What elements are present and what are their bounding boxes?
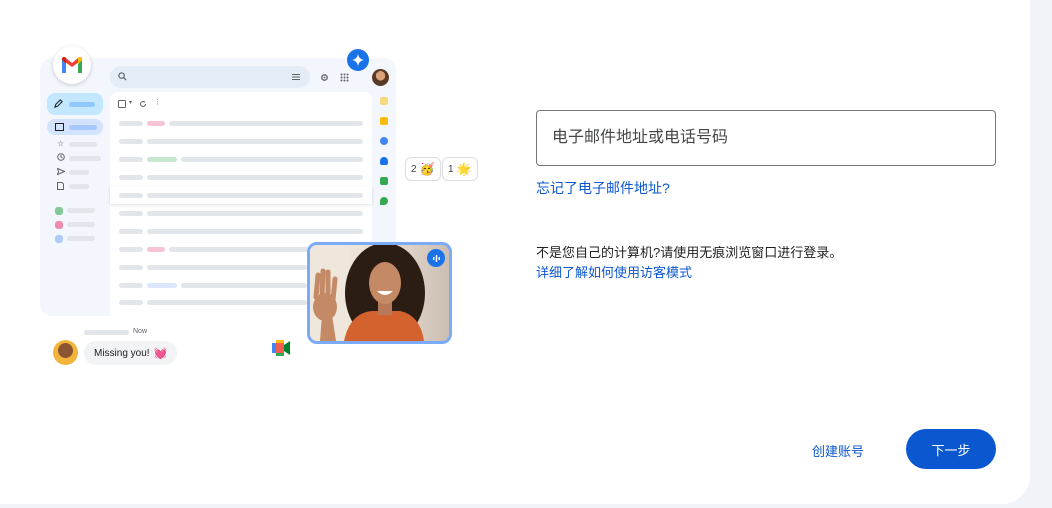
star-icon: ☆	[57, 139, 65, 148]
tasks-icon	[380, 137, 388, 145]
reaction-count: 2	[411, 163, 417, 175]
draft-icon	[57, 182, 64, 190]
forgot-email-link[interactable]: 忘记了电子邮件地址?	[536, 178, 670, 198]
keep-icon	[380, 117, 388, 125]
user-avatar	[372, 69, 389, 86]
gear-icon	[321, 74, 328, 81]
gmail-logo-icon	[53, 46, 91, 84]
more-options-icon: ⋮	[154, 99, 161, 106]
maps-pin-icon	[380, 197, 388, 205]
chat-message: Missing you!	[94, 347, 150, 359]
label-tag-icon	[55, 221, 63, 229]
chevron-down-icon: ▾	[129, 100, 133, 106]
label-tag-icon	[55, 235, 63, 243]
send-icon	[57, 168, 65, 175]
mock-search-bar	[110, 66, 310, 88]
reaction-chip: 1 🌟	[442, 157, 478, 181]
calendar-icon	[380, 97, 388, 105]
search-icon	[118, 72, 127, 81]
sign-in-card: ☆ ▾ ⋮ 2 🥳 1 🌟 Now Missing you! 💓 电子邮件地址或…	[0, 0, 1030, 504]
refresh-icon	[140, 100, 146, 107]
google-meet-icon	[272, 340, 290, 356]
label-tag-icon	[55, 207, 63, 215]
chat-avatar	[53, 340, 78, 365]
reaction-chip: 2 🥳	[405, 157, 441, 181]
email-or-phone-input[interactable]	[536, 110, 996, 166]
reaction-count: 1	[448, 163, 454, 175]
compose-button-mock	[47, 93, 103, 115]
create-account-button[interactable]: 创建账号	[796, 430, 880, 470]
chat-bubble: Missing you! 💓	[84, 341, 178, 365]
party-face-emoji-icon: 🥳	[419, 162, 435, 176]
checkbox-icon	[118, 100, 126, 108]
next-button[interactable]: 下一步	[906, 429, 996, 469]
learn-guest-mode-link[interactable]: 详细了解如何使用访客模式	[536, 262, 692, 281]
phone-icon	[380, 177, 388, 185]
sparkle-icon	[347, 49, 369, 71]
clock-icon	[57, 153, 65, 161]
chat-timestamp: Now	[133, 328, 148, 335]
apps-grid-icon	[340, 73, 349, 82]
audio-wave-icon	[427, 249, 445, 267]
guest-mode-notice: 不是您自己的计算机?请使用无痕浏览窗口进行登录。	[536, 245, 843, 260]
video-call-tile	[307, 242, 452, 344]
glowing-star-emoji-icon: 🌟	[456, 162, 472, 176]
contacts-icon	[380, 157, 388, 165]
heart-emoji-icon: 💓	[153, 347, 168, 360]
inbox-icon	[55, 123, 64, 131]
pencil-icon	[54, 99, 63, 108]
nav-inbox-mock	[47, 119, 103, 135]
filter-icon	[292, 74, 300, 80]
